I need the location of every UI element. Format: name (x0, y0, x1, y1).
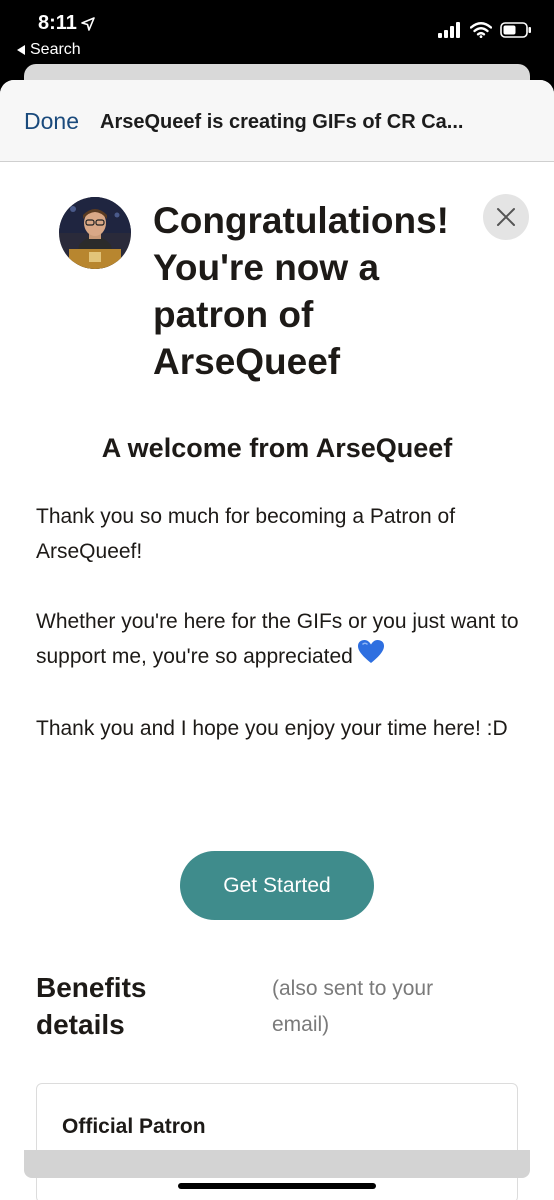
nav-bar: Done ArseQueef is creating GIFs of CR Ca… (0, 80, 554, 162)
message-paragraph-1: Thank you so much for becoming a Patron … (36, 505, 456, 563)
message-paragraph-3: Thank you and I hope you enjoy your time… (36, 717, 508, 740)
creator-avatar (59, 197, 131, 269)
nav-title: ArseQueef is creating GIFs of CR Ca... (100, 111, 464, 133)
location-arrow-icon (81, 16, 95, 31)
message-paragraph-2: Whether you're here for the GIFs or you … (36, 604, 526, 676)
welcome-heading: A welcome from ArseQueef (101, 433, 453, 463)
benefits-heading: Benefits details (36, 972, 147, 1040)
status-bar: 8:11 Search (0, 0, 554, 64)
close-button[interactable] (483, 194, 529, 240)
welcome-message: Thank you so much for becoming a Patron … (36, 499, 526, 781)
tier-name: Official Patron (62, 1115, 206, 1138)
modal-sheet: Done ArseQueef is creating GIFs of CR Ca… (0, 80, 554, 1200)
back-to-app-link[interactable]: Search (16, 41, 81, 59)
bottom-toolbar (24, 1150, 530, 1178)
get-started-button[interactable]: Get Started (180, 851, 374, 920)
battery-icon (500, 22, 531, 38)
wifi-icon (470, 22, 492, 38)
message-paragraph-2-text: Whether you're here for the GIFs or you … (36, 610, 519, 669)
blue-heart-icon (357, 639, 385, 676)
home-indicator[interactable] (178, 1183, 376, 1189)
welcome-content: Congratulations! You're now a patron of … (0, 163, 554, 1200)
congrats-title: Congratulations! You're now a patron of … (153, 200, 449, 382)
back-triangle-icon (17, 45, 25, 55)
status-icons (438, 22, 532, 38)
benefits-note: (also sent to your email) (272, 977, 434, 1036)
back-app-label: Search (30, 41, 81, 58)
cellular-signal-icon (438, 22, 460, 38)
close-icon (497, 208, 515, 226)
status-time: 8:11 (38, 12, 95, 35)
avatar-image (59, 197, 131, 269)
time-text: 8:11 (38, 12, 77, 34)
done-button[interactable]: Done (24, 108, 79, 135)
